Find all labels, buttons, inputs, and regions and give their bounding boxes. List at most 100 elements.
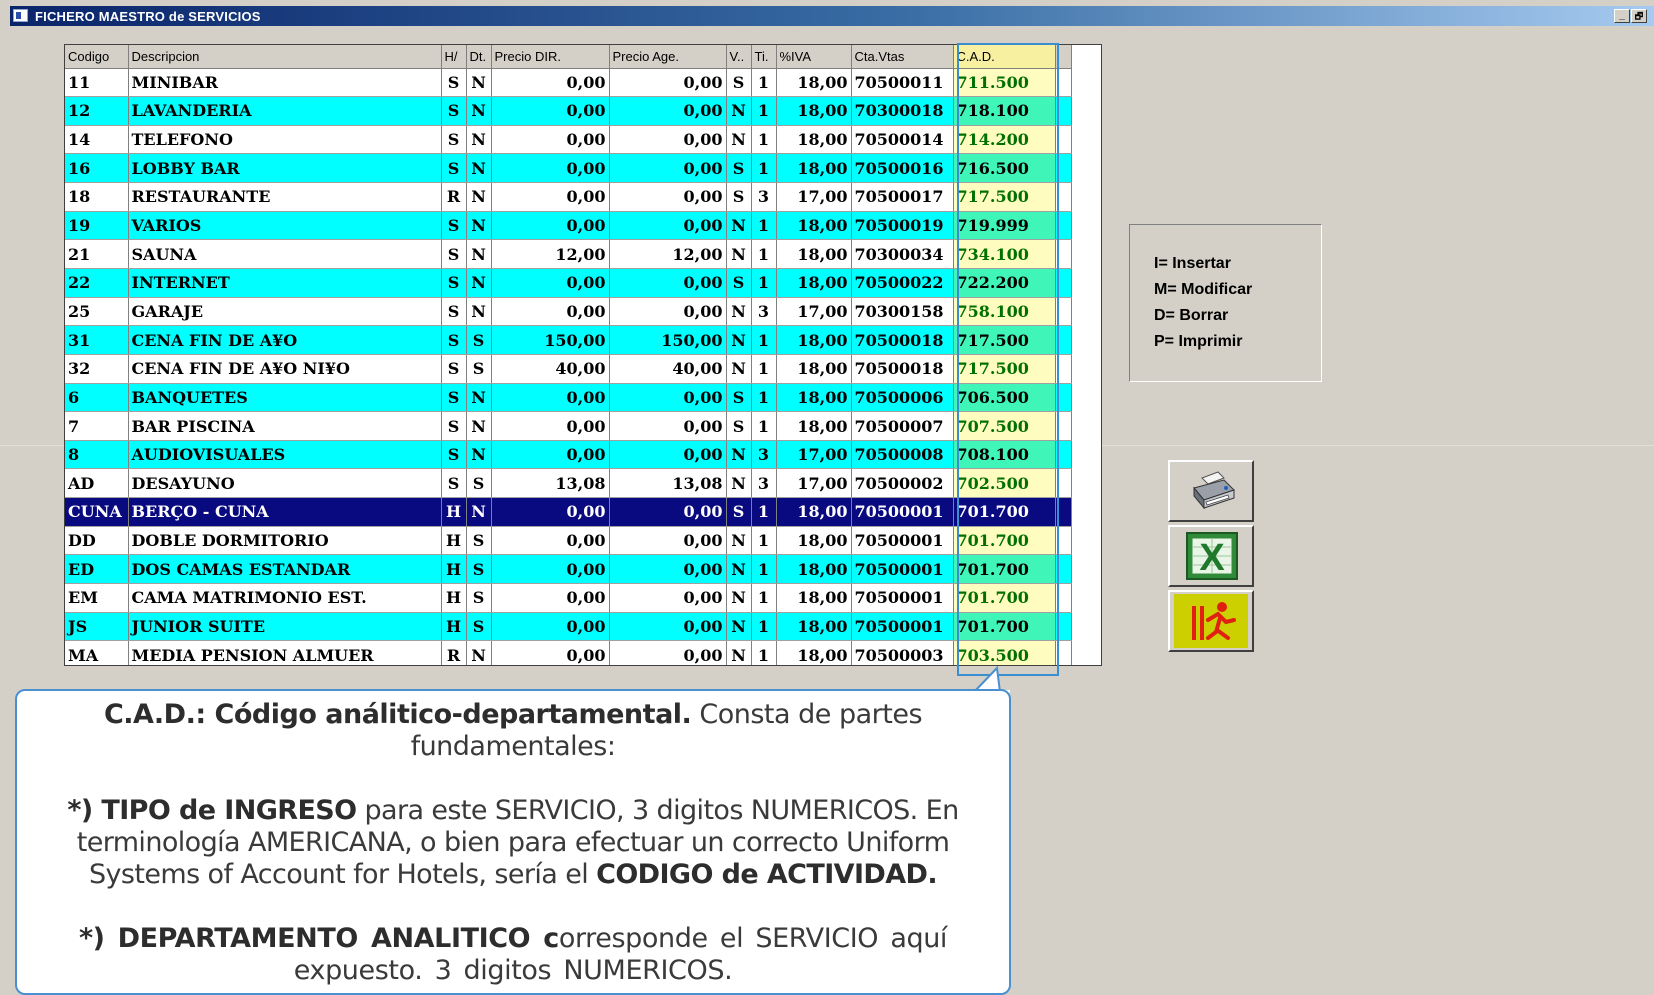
col-v-cell: N [726, 440, 752, 470]
col-dt-cell: N [466, 640, 492, 665]
col-v-cell: N [726, 297, 752, 327]
col-cad-cell: 701.700 [953, 612, 1056, 642]
col-v-cell: S [726, 411, 752, 441]
col-dt-cell: N [466, 125, 492, 155]
col-iva-cell: 18,00 [776, 68, 852, 98]
col-precio-age-cell: 0,00 [609, 640, 727, 665]
col-descripcion-cell: CENA FIN DE A¥O [128, 325, 442, 355]
table-row[interactable]: 31 CENA FIN DE A¥O S S 150,00 150,00 N 1 18,00 70… [65, 325, 1072, 355]
col-ti-cell: 1 [751, 211, 777, 241]
col-iva-cell: 17,00 [776, 297, 852, 327]
col-descripcion-header[interactable]: Descripcion [128, 45, 442, 69]
col-precio-dir-cell: 12,00 [491, 239, 610, 269]
minimize-button[interactable]: _ [1614, 9, 1630, 23]
table-row[interactable]: DD DOBLE DORMITORIO H S 0,00 0,00 N 1 18,00 70500… [65, 526, 1072, 556]
col-precio-dir-cell: 0,00 [491, 526, 610, 556]
table-row[interactable]: ED DOS CAMAS ESTANDAR H S 0,00 0,00 N 1 18,00 705… [65, 554, 1072, 585]
col-codigo-cell: 8 [65, 440, 129, 470]
table-row[interactable]: 25 GARAJE S N 0,00 0,00 N 3 17,00 70300158 758.100 [65, 297, 1072, 327]
col-ti-cell: 1 [751, 383, 777, 413]
col-h-cell: S [441, 68, 467, 98]
col-h-cell: H [441, 554, 467, 585]
table-body: 11 MINIBAR S N 0,00 0,00 S 1 18,00 70500011 711.50… [65, 68, 1072, 665]
table-row[interactable]: 6 BANQUETES S N 0,00 0,00 S 1 18,00 70500006 706.5… [65, 383, 1072, 413]
col-cad-cell: 722.200 [953, 268, 1056, 298]
col-cad-cell: 701.700 [953, 526, 1056, 556]
col-cta-vtas-cell: 70500017 [851, 182, 954, 212]
col-v-cell: N [726, 125, 752, 155]
col-precio-age-cell: 0,00 [609, 497, 727, 527]
col-cad-cell: 707.500 [953, 411, 1056, 441]
col-iva-cell: 18,00 [776, 411, 852, 441]
table-row[interactable]: 16 LOBBY BAR S N 0,00 0,00 S 1 18,00 70500016 716.… [65, 153, 1072, 184]
col-cad-cell: 703.500 [953, 640, 1056, 665]
table-row[interactable]: MA MEDIA PENSION ALMUER R N 0,00 0,00 N 1 18,00 7… [65, 640, 1072, 665]
col-ti-cell: 1 [751, 268, 777, 298]
window-title-bar[interactable]: FICHERO MAESTRO de SERVICIOS _ 🗗 [10, 6, 1654, 26]
col-ti-header[interactable]: Ti. [751, 45, 777, 69]
exit-button[interactable] [1168, 590, 1254, 652]
col-v-cell: N [726, 583, 752, 613]
col-descripcion-cell: BANQUETES [128, 383, 442, 413]
col-h-cell: H [441, 583, 467, 613]
table-row[interactable]: EM CAMA MATRIMONIO EST. H S 0,00 0,00 N 1 18,00 7… [65, 583, 1072, 613]
table-row[interactable]: 19 VARIOS S N 0,00 0,00 N 1 18,00 70500019 719.999 [65, 211, 1072, 241]
table-row[interactable]: CUNA BERÇO - CUNA H N 0,00 0,00 S 1 18,00 7050000… [65, 497, 1072, 527]
services-grid[interactable]: Codigo Descripcion H/Dt. Precio DIR. Precio … [64, 44, 1102, 666]
col-iva-cell: 18,00 [776, 554, 852, 585]
col-cta-vtas-cell: 70500007 [851, 411, 954, 441]
col-descripcion-cell: LAVANDERIA [128, 96, 442, 126]
table-row[interactable]: 22 INTERNET S N 0,00 0,00 S 1 18,00 70500022 722.2… [65, 268, 1072, 298]
excel-export-button[interactable]: X [1168, 525, 1254, 587]
excel-icon: X [1186, 532, 1238, 580]
legend-print: P= Imprimir [1154, 333, 1243, 350]
col-iva-header[interactable]: %IVA [776, 45, 852, 69]
table-row[interactable]: 8 AUDIOVISUALES S N 0,00 0,00 N 3 17,00 70500008 7… [65, 440, 1072, 470]
col-precio-dir-header[interactable]: Precio DIR. [491, 45, 610, 69]
row-filler [1055, 383, 1072, 413]
col-codigo-cell: 32 [65, 354, 129, 384]
col-cta-vtas-cell: 70500019 [851, 211, 954, 241]
col-h-header[interactable]: H/ [441, 45, 467, 69]
col-codigo-cell: 25 [65, 297, 129, 327]
restore-button[interactable]: 🗗 [1631, 9, 1647, 23]
col-cta-vtas-cell: 70500018 [851, 354, 954, 384]
table-row[interactable]: JS JUNIOR SUITE H S 0,00 0,00 N 1 18,00 70500001 7… [65, 612, 1072, 642]
col-iva-cell: 18,00 [776, 268, 852, 298]
table-row[interactable]: AD DESAYUNO S S 13,08 13,08 N 3 17,00 70500002 702… [65, 468, 1072, 499]
col-precio-age-header[interactable]: Precio Age. [609, 45, 727, 69]
col-precio-dir-cell: 0,00 [491, 497, 610, 527]
col-descripcion-cell: AUDIOVISUALES [128, 440, 442, 470]
table-row[interactable]: 12 LAVANDERIA S N 0,00 0,00 N 1 18,00 70300018 718… [65, 96, 1072, 126]
row-filler [1055, 239, 1072, 269]
table-row[interactable]: 21 SAUNA S N 12,00 12,00 N 1 18,00 70300034 734.10… [65, 239, 1072, 269]
col-ti-cell: 3 [751, 182, 777, 212]
col-iva-cell: 17,00 [776, 440, 852, 470]
col-cad-cell: 702.500 [953, 468, 1056, 499]
legend-insert: I= Insertar [1154, 255, 1231, 272]
col-descripcion-cell: BERÇO - CUNA [128, 497, 442, 527]
row-filler [1055, 497, 1072, 527]
col-v-cell: N [726, 468, 752, 499]
col-dt-cell: S [466, 354, 492, 384]
col-codigo-header[interactable]: Codigo [65, 45, 129, 69]
col-cta-vtas-header[interactable]: Cta.Vtas [851, 45, 954, 69]
header-filler [1055, 45, 1072, 69]
print-button[interactable] [1168, 460, 1254, 522]
callout-p1-bold: C.A.D.: Código análitico-departamental. [103, 699, 692, 730]
table-row[interactable]: 7 BAR PISCINA S N 0,00 0,00 S 1 18,00 70500007 707… [65, 411, 1072, 441]
col-v-header[interactable]: V.. [726, 45, 752, 69]
col-codigo-cell: 6 [65, 383, 129, 413]
col-precio-age-cell: 0,00 [609, 554, 727, 585]
col-precio-dir-cell: 0,00 [491, 182, 610, 212]
col-cad-header[interactable]: C.A.D. [953, 45, 1056, 69]
col-cta-vtas-cell: 70500006 [851, 383, 954, 413]
col-descripcion-cell: INTERNET [128, 268, 442, 298]
col-dt-header[interactable]: Dt. [466, 45, 492, 69]
table-row[interactable]: 32 CENA FIN DE A¥O NI¥O S S 40,00 40,00 N 1 18,0… [65, 354, 1072, 384]
col-h-cell: S [441, 153, 467, 184]
col-precio-age-cell: 0,00 [609, 583, 727, 613]
table-row[interactable]: 18 RESTAURANTE R N 0,00 0,00 S 3 17,00 70500017 71… [65, 182, 1072, 212]
table-row[interactable]: 14 TELEFONO S N 0,00 0,00 N 1 18,00 70500014 714.2… [65, 125, 1072, 155]
table-row[interactable]: 11 MINIBAR S N 0,00 0,00 S 1 18,00 70500011 711.50… [65, 68, 1072, 98]
